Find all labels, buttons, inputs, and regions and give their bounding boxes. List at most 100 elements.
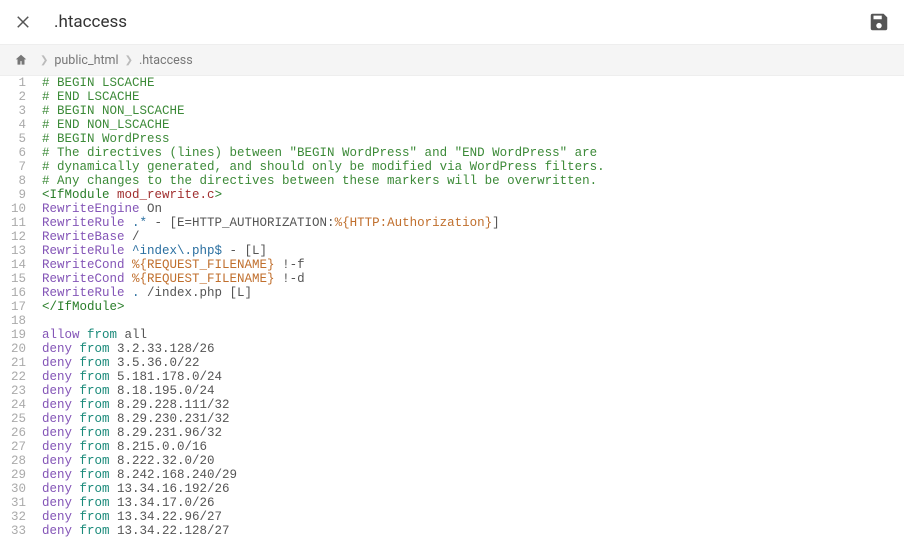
- editor-line[interactable]: 24deny from 8.29.228.111/32: [0, 398, 904, 412]
- line-number: 8: [0, 174, 36, 188]
- line-content[interactable]: deny from 3.2.33.128/26: [36, 342, 904, 356]
- editor-line[interactable]: 19allow from all: [0, 328, 904, 342]
- line-content[interactable]: # BEGIN LSCACHE: [36, 76, 904, 90]
- line-content[interactable]: RewriteCond %{REQUEST_FILENAME} !-d: [36, 272, 904, 286]
- line-content[interactable]: RewriteCond %{REQUEST_FILENAME} !-f: [36, 258, 904, 272]
- line-content[interactable]: # BEGIN WordPress: [36, 132, 904, 146]
- home-icon[interactable]: [14, 53, 28, 67]
- line-content[interactable]: # BEGIN NON_LSCACHE: [36, 104, 904, 118]
- line-content[interactable]: deny from 8.29.228.111/32: [36, 398, 904, 412]
- line-content[interactable]: deny from 5.181.178.0/24: [36, 370, 904, 384]
- editor-line[interactable]: 5# BEGIN WordPress: [0, 132, 904, 146]
- editor-line[interactable]: 18: [0, 314, 904, 328]
- line-number: 5: [0, 132, 36, 146]
- close-icon[interactable]: [14, 13, 32, 31]
- save-icon[interactable]: [868, 11, 890, 33]
- line-content[interactable]: </IfModule>: [36, 300, 904, 314]
- editor-line[interactable]: 25deny from 8.29.230.231/32: [0, 412, 904, 426]
- editor-line[interactable]: 21deny from 3.5.36.0/22: [0, 356, 904, 370]
- line-content[interactable]: deny from 8.18.195.0/24: [36, 384, 904, 398]
- editor-line[interactable]: 17</IfModule>: [0, 300, 904, 314]
- line-content[interactable]: # The directives (lines) between "BEGIN …: [36, 146, 904, 160]
- line-content[interactable]: [36, 314, 904, 328]
- editor-line[interactable]: 30deny from 13.34.16.192/26: [0, 482, 904, 496]
- line-number: 33: [0, 524, 36, 538]
- breadcrumb: ❯ public_html ❯ .htaccess: [0, 44, 904, 76]
- editor-line[interactable]: 33deny from 13.34.22.128/27: [0, 524, 904, 538]
- line-content[interactable]: <IfModule mod_rewrite.c>: [36, 188, 904, 202]
- line-number: 31: [0, 496, 36, 510]
- line-number: 23: [0, 384, 36, 398]
- line-content[interactable]: deny from 8.29.231.96/32: [36, 426, 904, 440]
- line-content[interactable]: deny from 8.29.230.231/32: [36, 412, 904, 426]
- line-number: 25: [0, 412, 36, 426]
- editor-line[interactable]: 12RewriteBase /: [0, 230, 904, 244]
- editor-line[interactable]: 6# The directives (lines) between "BEGIN…: [0, 146, 904, 160]
- editor-line[interactable]: 22deny from 5.181.178.0/24: [0, 370, 904, 384]
- breadcrumb-part[interactable]: public_html: [54, 53, 118, 68]
- editor-line[interactable]: 23deny from 8.18.195.0/24: [0, 384, 904, 398]
- editor-line[interactable]: 14RewriteCond %{REQUEST_FILENAME} !-f: [0, 258, 904, 272]
- line-number: 4: [0, 118, 36, 132]
- line-content[interactable]: # END LSCACHE: [36, 90, 904, 104]
- editor-line[interactable]: 29deny from 8.242.168.240/29: [0, 468, 904, 482]
- line-number: 11: [0, 216, 36, 230]
- line-number: 17: [0, 300, 36, 314]
- editor-line[interactable]: 20deny from 3.2.33.128/26: [0, 342, 904, 356]
- line-number: 13: [0, 244, 36, 258]
- editor-line[interactable]: 13RewriteRule ^index\.php$ - [L]: [0, 244, 904, 258]
- file-title: .htaccess: [54, 12, 127, 32]
- line-content[interactable]: RewriteRule . /index.php [L]: [36, 286, 904, 300]
- line-content[interactable]: RewriteRule .* - [E=HTTP_AUTHORIZATION:%…: [36, 216, 904, 230]
- editor-line[interactable]: 27deny from 8.215.0.0/16: [0, 440, 904, 454]
- line-content[interactable]: deny from 8.215.0.0/16: [36, 440, 904, 454]
- editor-line[interactable]: 1# BEGIN LSCACHE: [0, 76, 904, 90]
- line-number: 28: [0, 454, 36, 468]
- line-number: 6: [0, 146, 36, 160]
- line-content[interactable]: allow from all: [36, 328, 904, 342]
- line-content[interactable]: deny from 13.34.16.192/26: [36, 482, 904, 496]
- line-content[interactable]: RewriteEngine On: [36, 202, 904, 216]
- editor-line[interactable]: 9<IfModule mod_rewrite.c>: [0, 188, 904, 202]
- line-number: 29: [0, 468, 36, 482]
- line-number: 9: [0, 188, 36, 202]
- editor-line[interactable]: 4# END NON_LSCACHE: [0, 118, 904, 132]
- code-editor[interactable]: 1# BEGIN LSCACHE2# END LSCACHE3# BEGIN N…: [0, 76, 904, 550]
- line-number: 14: [0, 258, 36, 272]
- line-content[interactable]: RewriteRule ^index\.php$ - [L]: [36, 244, 904, 258]
- editor-line[interactable]: 31deny from 13.34.17.0/26: [0, 496, 904, 510]
- line-content[interactable]: # END NON_LSCACHE: [36, 118, 904, 132]
- line-content[interactable]: RewriteBase /: [36, 230, 904, 244]
- editor-line[interactable]: 32deny from 13.34.22.96/27: [0, 510, 904, 524]
- editor-line[interactable]: 11RewriteRule .* - [E=HTTP_AUTHORIZATION…: [0, 216, 904, 230]
- editor-line[interactable]: 8# Any changes to the directives between…: [0, 174, 904, 188]
- line-number: 18: [0, 314, 36, 328]
- line-content[interactable]: deny from 13.34.22.128/27: [36, 524, 904, 538]
- editor-line[interactable]: 15RewriteCond %{REQUEST_FILENAME} !-d: [0, 272, 904, 286]
- chevron-right-icon: ❯: [125, 55, 133, 66]
- editor-line[interactable]: 7# dynamically generated, and should onl…: [0, 160, 904, 174]
- line-number: 27: [0, 440, 36, 454]
- line-number: 7: [0, 160, 36, 174]
- editor-line[interactable]: 2# END LSCACHE: [0, 90, 904, 104]
- line-content[interactable]: deny from 8.222.32.0/20: [36, 454, 904, 468]
- editor-line[interactable]: 28deny from 8.222.32.0/20: [0, 454, 904, 468]
- line-content[interactable]: deny from 13.34.22.96/27: [36, 510, 904, 524]
- line-content[interactable]: deny from 8.242.168.240/29: [36, 468, 904, 482]
- line-number: 12: [0, 230, 36, 244]
- line-content[interactable]: deny from 3.5.36.0/22: [36, 356, 904, 370]
- line-number: 19: [0, 328, 36, 342]
- titlebar: .htaccess: [0, 0, 904, 44]
- editor-line[interactable]: 16RewriteRule . /index.php [L]: [0, 286, 904, 300]
- breadcrumb-part: .htaccess: [139, 53, 193, 68]
- line-content[interactable]: deny from 13.34.17.0/26: [36, 496, 904, 510]
- line-number: 20: [0, 342, 36, 356]
- line-content[interactable]: # dynamically generated, and should only…: [36, 160, 904, 174]
- line-number: 3: [0, 104, 36, 118]
- editor-line[interactable]: 10RewriteEngine On: [0, 202, 904, 216]
- editor-line[interactable]: 26deny from 8.29.231.96/32: [0, 426, 904, 440]
- line-number: 10: [0, 202, 36, 216]
- line-number: 16: [0, 286, 36, 300]
- line-content[interactable]: # Any changes to the directives between …: [36, 174, 904, 188]
- editor-line[interactable]: 3# BEGIN NON_LSCACHE: [0, 104, 904, 118]
